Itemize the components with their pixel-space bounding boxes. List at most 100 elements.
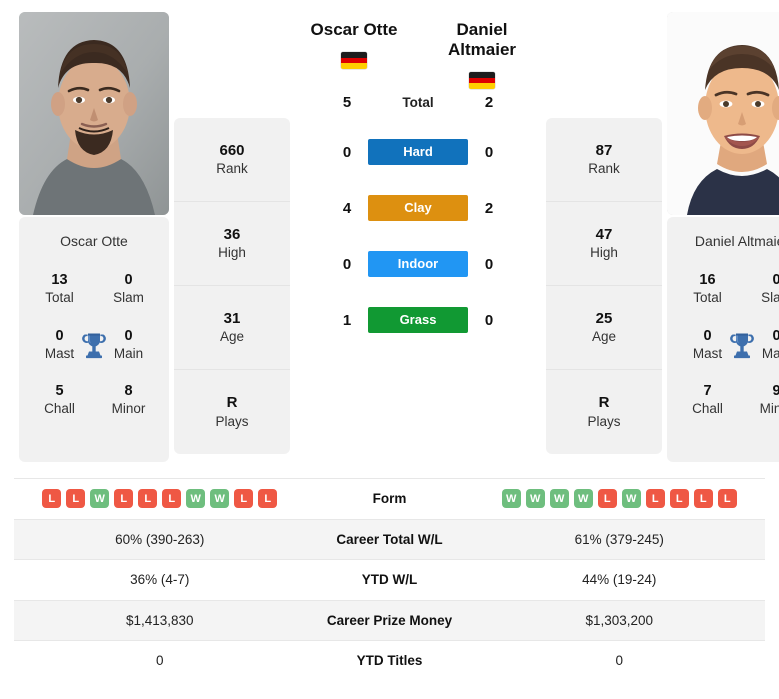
- right-title-chall: 7 Chall: [673, 382, 742, 418]
- h2h-indoor-left: 0: [342, 255, 352, 273]
- right-title-slam-value: 0: [772, 272, 779, 288]
- table-row-form: LLWLLLWWLL Form WWWWLWLLLL: [14, 478, 765, 519]
- left-title-chall-value: 5: [55, 383, 64, 400]
- table-row-career-prize-money: $1,413,830 Career Prize Money $1,303,200: [14, 599, 765, 640]
- left-stat-age: 31 Age: [174, 286, 290, 370]
- right-player-column: Daniel Altmaier 16 Total 0 Slam 0 Mast: [662, 12, 779, 462]
- right-player-name-block: Daniel Altmaier: [418, 20, 546, 90]
- right-title-total: 16 Total: [673, 271, 742, 307]
- form-badge-loss: L: [234, 489, 254, 509]
- left-player-column: Oscar Otte 13 Total 0 Slam 0 Mast 0 Main…: [14, 12, 174, 462]
- head-to-head-column: Oscar Otte Daniel Altmaier 5 Total 2 0 H…: [290, 12, 546, 348]
- right-stat-rank-label: Rank: [588, 161, 620, 177]
- right-stat-plays: R Plays: [546, 370, 662, 454]
- h2h-clay-right: 2: [484, 199, 494, 217]
- left-form-cell: LLWLLLWWLL: [14, 489, 306, 509]
- h2h-grass-left: 1: [342, 311, 352, 329]
- left-title-chall: 5 Chall: [25, 382, 94, 418]
- left-titles-grid: 13 Total 0 Slam 0 Mast 0 Main 5 Chall 8 …: [25, 271, 163, 418]
- right-stat-plays-value: R: [598, 394, 610, 412]
- table-row-ytd-titles: 0 YTD Titles 0: [14, 640, 765, 681]
- left-player-de-flag-icon: [341, 52, 367, 70]
- right-stat-rank-value: 87: [595, 141, 613, 159]
- surface-badge-grass[interactable]: Grass: [368, 307, 468, 333]
- form-badge-loss: L: [114, 489, 134, 509]
- h2h-hard-right: 0: [484, 143, 494, 161]
- form-badge-loss: L: [669, 489, 689, 509]
- left-stat-rank-label: Rank: [216, 161, 248, 177]
- right-stat-plays-label: Plays: [587, 413, 621, 429]
- surface-badge-indoor[interactable]: Indoor: [368, 251, 468, 277]
- h2h-row-indoor: 0 Indoor 0: [334, 236, 502, 292]
- left-stat-high: 36 High: [174, 202, 290, 286]
- left-stat-rank-value: 660: [219, 141, 245, 159]
- left-stat-plays-label: Plays: [215, 413, 249, 429]
- left-stat-age-label: Age: [219, 329, 245, 345]
- right-stat-high: 47 High: [546, 202, 662, 286]
- right-player-name-line1[interactable]: Daniel: [418, 20, 546, 40]
- right-title-chall-value: 7: [703, 383, 712, 400]
- left-player-titles-card: Oscar Otte 13 Total 0 Slam 0 Mast 0 Main…: [19, 217, 169, 462]
- form-badge-win: W: [525, 489, 545, 509]
- h2h-row-grass: 1 Grass 0: [334, 292, 502, 348]
- left-stat-rank: 660 Rank: [174, 118, 290, 202]
- left-player-name[interactable]: Oscar Otte: [290, 20, 418, 40]
- right-title-minor-label: Minor: [759, 401, 779, 417]
- left-player-stats-panel: 660 Rank 36 High 31 Age R Plays: [174, 118, 290, 454]
- right-stat-age: 25 Age: [546, 286, 662, 370]
- h2h-clay-left: 4: [342, 199, 352, 217]
- form-badge-win: W: [549, 489, 569, 509]
- surface-badge-clay[interactable]: Clay: [368, 195, 468, 221]
- h2h-row-total: 5 Total 2: [334, 80, 502, 124]
- left-career-total-wl: 60% (390-263): [115, 531, 205, 547]
- players-comparison-header: Oscar Otte 13 Total 0 Slam 0 Mast 0 Main…: [0, 0, 779, 478]
- right-titles-grid: 16 Total 0 Slam 0 Mast 0 Main: [673, 271, 779, 418]
- table-row-career-total-wl: 60% (390-263) Career Total W/L 61% (379-…: [14, 518, 765, 559]
- left-ytd-titles: 0: [155, 653, 164, 669]
- right-title-minor-value: 9: [772, 383, 779, 400]
- h2h-comparison-page: Oscar Otte 13 Total 0 Slam 0 Mast 0 Main…: [0, 0, 779, 699]
- left-title-total-label: Total: [45, 290, 74, 306]
- right-player-name-line2[interactable]: Altmaier: [418, 40, 546, 60]
- form-badge-loss: L: [138, 489, 158, 509]
- h2h-grass-right: 0: [484, 311, 494, 329]
- form-badge-loss: L: [42, 489, 62, 509]
- left-player-photo: [19, 12, 169, 215]
- form-badge-win: W: [621, 489, 641, 509]
- form-badge-loss: L: [66, 489, 86, 509]
- right-career-prize-money: $1,303,200: [585, 612, 654, 628]
- right-ytd-wl: 44% (19-24): [582, 572, 657, 588]
- trophy-icon: [82, 333, 106, 358]
- right-title-total-label: Total: [693, 290, 722, 306]
- h2h-breakdown: 5 Total 2 0 Hard 0 4 Clay 2 0 Indoor 0 1…: [334, 80, 502, 348]
- form-badge-win: W: [573, 489, 593, 509]
- form-badge-loss: L: [597, 489, 617, 509]
- left-title-chall-label: Chall: [44, 401, 75, 417]
- surface-badge-hard[interactable]: Hard: [368, 139, 468, 165]
- left-form-badges: LLWLLLWWLL: [42, 489, 278, 509]
- left-title-slam-value: 0: [124, 272, 133, 288]
- left-stat-plays: R Plays: [174, 370, 290, 454]
- table-label-career-prize-money: Career Prize Money: [326, 612, 453, 628]
- table-label-ytd-titles: YTD Titles: [356, 653, 423, 669]
- form-badge-loss: L: [162, 489, 182, 509]
- right-stat-age-value: 25: [595, 309, 613, 327]
- h2h-total-right: 2: [484, 93, 494, 111]
- form-badge-loss: L: [258, 489, 278, 509]
- right-form-cell: WWWWLWLLLL: [474, 489, 766, 509]
- right-form-badges: WWWWLWLLLL: [501, 489, 737, 509]
- left-title-minor-value: 8: [124, 383, 133, 400]
- comparison-table: LLWLLLWWLL Form WWWWLWLLLL 60% (390-263)…: [0, 478, 779, 681]
- right-career-total-wl: 61% (379-245): [574, 531, 664, 547]
- right-card-player-name: Daniel Altmaier: [694, 233, 779, 249]
- form-badge-loss: L: [693, 489, 713, 509]
- h2h-total-left: 5: [342, 93, 352, 111]
- right-title-total-value: 16: [699, 272, 716, 288]
- form-badge-loss: L: [645, 489, 665, 509]
- trophy-icon: [730, 333, 754, 358]
- left-title-total-value: 13: [51, 272, 68, 288]
- right-player-titles-card: Daniel Altmaier 16 Total 0 Slam 0 Mast: [667, 217, 779, 462]
- right-title-chall-label: Chall: [692, 401, 723, 417]
- right-ytd-titles: 0: [615, 653, 623, 669]
- left-title-minor: 8 Minor: [94, 382, 163, 418]
